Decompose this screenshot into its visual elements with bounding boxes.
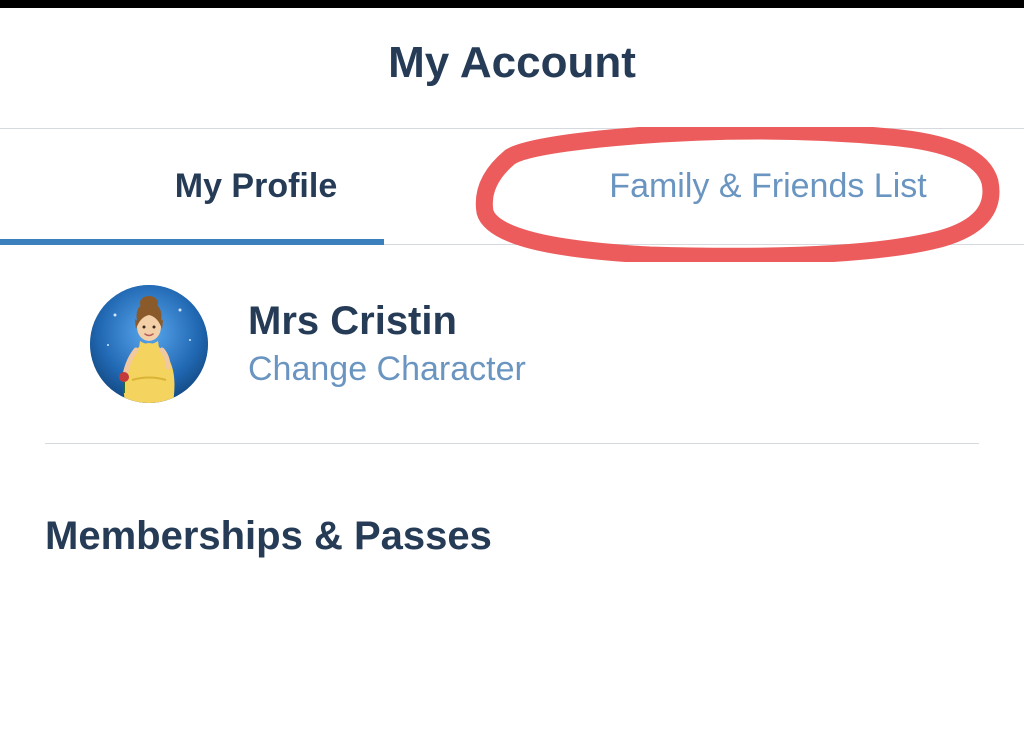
tab-family-friends-label: Family & Friends List bbox=[609, 167, 926, 205]
tab-bar: My Profile Family & Friends List bbox=[0, 128, 1024, 245]
change-character-link[interactable]: Change Character bbox=[248, 350, 526, 389]
page-header: My Account bbox=[0, 8, 1024, 128]
section-memberships-title: Memberships & Passes bbox=[0, 444, 1024, 559]
page-title: My Account bbox=[0, 38, 1024, 88]
tab-my-profile[interactable]: My Profile bbox=[0, 129, 512, 244]
tab-my-profile-label: My Profile bbox=[175, 167, 337, 205]
status-bar bbox=[0, 0, 1024, 8]
profile-info: Mrs Cristin Change Character bbox=[248, 299, 526, 389]
profile-row: Mrs Cristin Change Character bbox=[45, 245, 979, 444]
avatar-character-icon bbox=[90, 285, 208, 403]
tab-family-friends[interactable]: Family & Friends List bbox=[512, 129, 1024, 244]
profile-name: Mrs Cristin bbox=[248, 299, 526, 344]
avatar[interactable] bbox=[90, 285, 208, 403]
